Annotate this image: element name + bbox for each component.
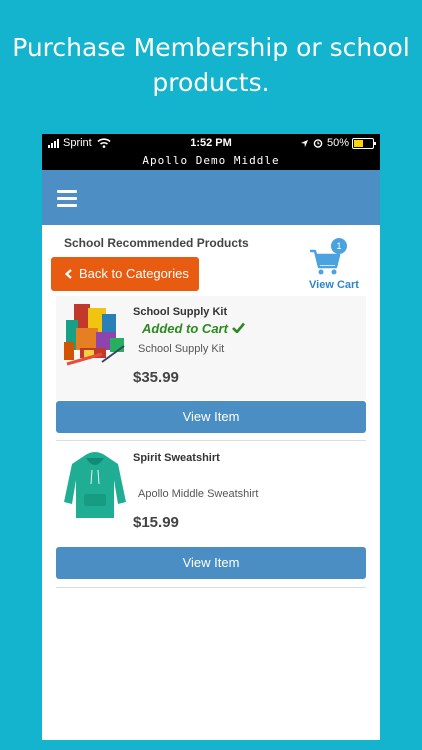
divider [56, 587, 366, 588]
divider [56, 440, 366, 441]
app-title: Apollo Demo Middle [42, 152, 380, 170]
view-item-button[interactable]: View Item [56, 547, 366, 579]
product-description: School Supply Kit [138, 343, 225, 355]
menu-icon[interactable] [57, 190, 77, 207]
added-to-cart-label: Added to Cart [142, 321, 245, 336]
nav-bar [42, 170, 380, 225]
product-card-school-supply-kit: School Supply Kit Added to Cart School S… [56, 296, 366, 400]
view-cart-label: View Cart [309, 279, 359, 291]
promo-headline: Purchase Membership or school products. [12, 33, 410, 97]
status-right: 50% [300, 137, 376, 149]
checkmark-icon [231, 322, 245, 334]
back-button-label: Back to Categories [79, 266, 189, 281]
battery-icon [352, 137, 376, 149]
back-to-categories-button[interactable]: Back to Categories [51, 257, 199, 291]
location-arrow-icon [300, 139, 309, 147]
green-hoodie-image [64, 452, 126, 518]
status-bar: Sprint 1:52 PM 50% [42, 134, 380, 152]
chevron-left-icon [64, 269, 72, 279]
product-name[interactable]: School Supply Kit [133, 306, 227, 318]
battery-percent: 50% [326, 137, 349, 149]
phone-screen: Sprint 1:52 PM 50% Apollo Demo Middle Sc… [42, 134, 380, 740]
school-supplies-image [64, 304, 125, 366]
section-title: School Recommended Products [64, 236, 249, 250]
product-description: Apollo Middle Sweatshirt [138, 488, 259, 500]
product-name[interactable]: Spirit Sweatshirt [133, 452, 220, 464]
product-price: $35.99 [133, 369, 179, 386]
product-card-spirit-sweatshirt: Spirit Sweatshirt Apollo Middle Sweatshi… [56, 442, 366, 542]
view-item-button[interactable]: View Item [56, 401, 366, 433]
cart-count-badge: 1 [331, 238, 347, 254]
product-price: $15.99 [133, 514, 179, 531]
added-to-cart-text: Added to Cart [142, 321, 228, 336]
alarm-icon [313, 139, 323, 148]
view-cart-button[interactable]: 1 View Cart [304, 238, 364, 293]
